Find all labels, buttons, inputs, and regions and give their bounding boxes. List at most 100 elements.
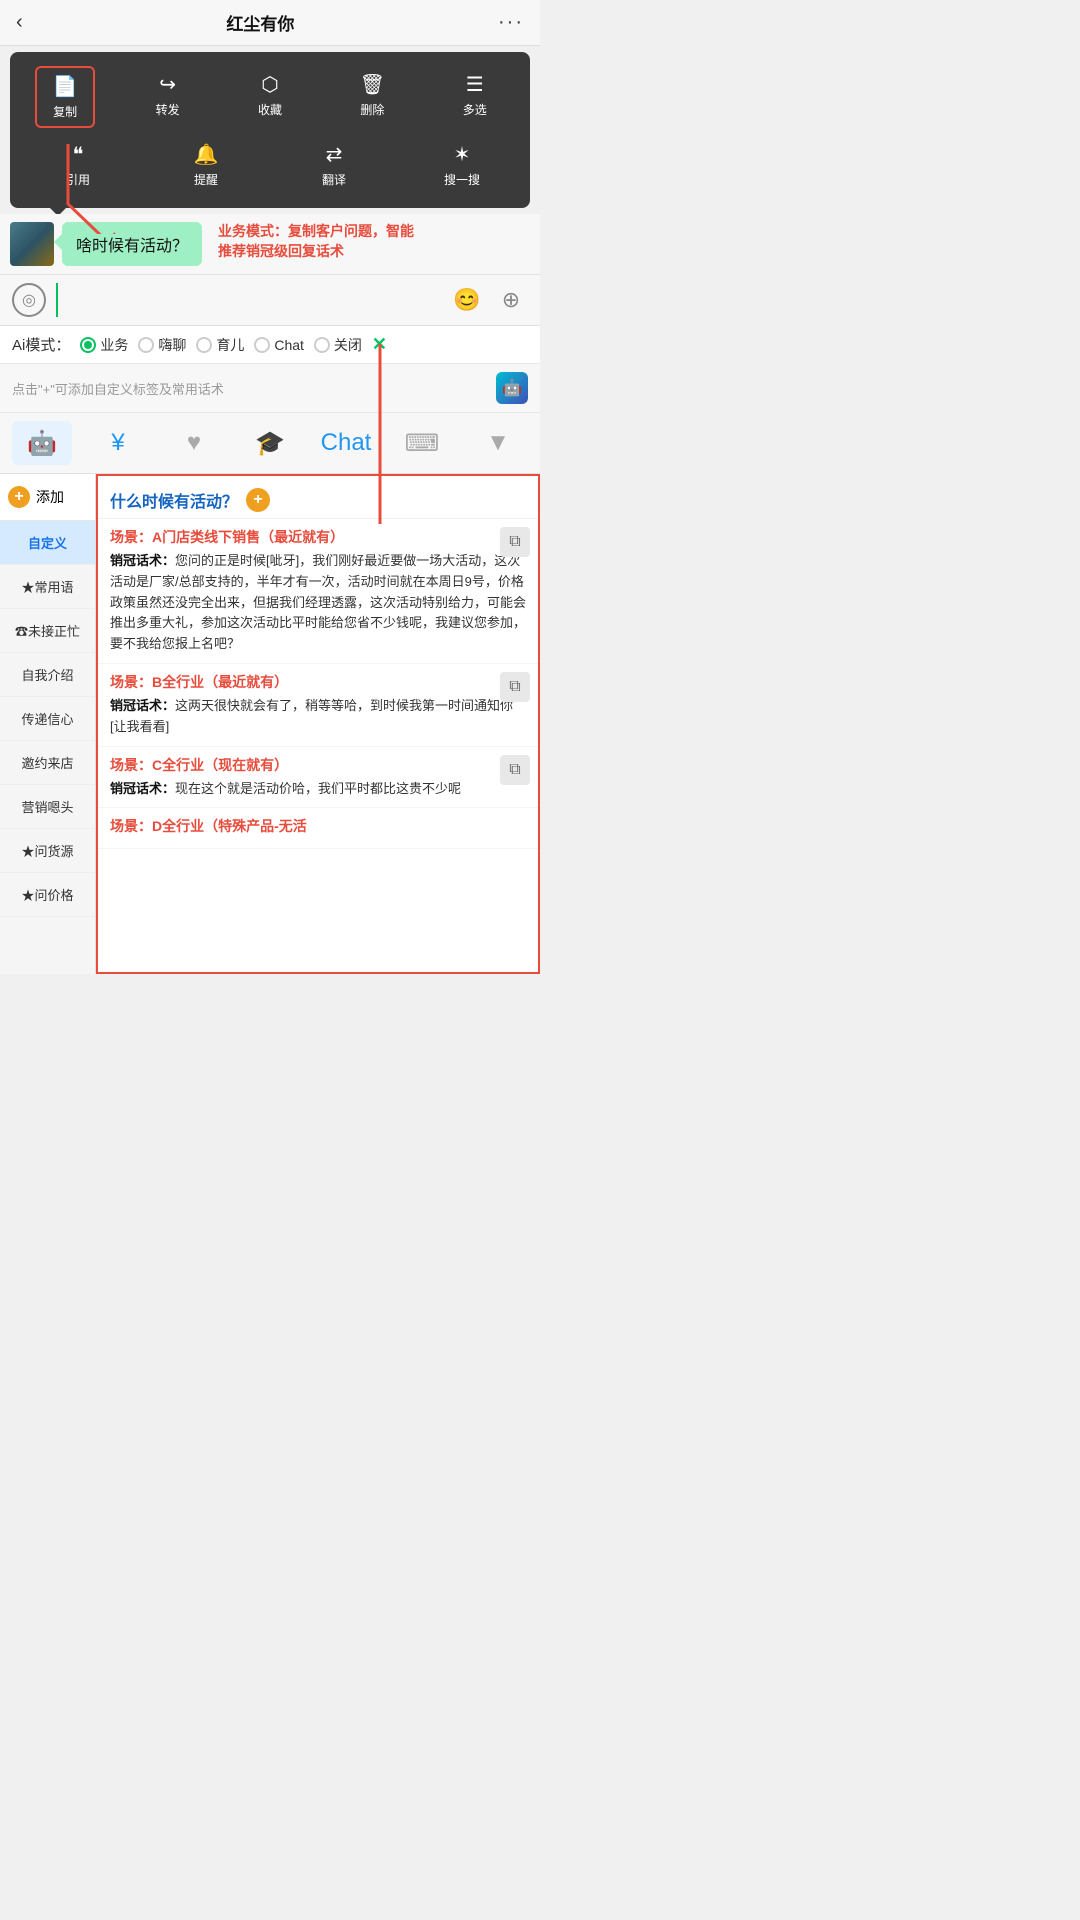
context-menu: 📄 复制 ↪ 转发 ⬡ 收藏 🗑删除 ☰多选 ❝ 引用 🔔提醒 ⇄ 翻译 ✶搜一搜 [10, 52, 530, 208]
scene-content-A: 销冠话术：您问的正是时候[呲牙]，我们刚好最近要做一场大活动，这次活动是厂家/总… [110, 551, 526, 655]
scene-content-B: 销冠话术：这两天很快就会有了，稍等等哈，到时候我第一时间通知你[让我看看] [110, 696, 526, 738]
ai-close-button[interactable]: ✕ [372, 334, 387, 355]
ai-option-chat[interactable]: Chat [254, 337, 304, 353]
menu-icon-复制: 📄 [53, 74, 78, 99]
emoji-icon: 😊 [453, 287, 480, 313]
toolbar-icon-chat2: Chat [321, 429, 372, 457]
ai-option-business[interactable]: 业务 [80, 335, 128, 355]
sidebar-item-marketing[interactable]: 营销嗯头 [0, 785, 95, 829]
toolbar-item-down[interactable]: ▼ [468, 421, 528, 465]
sidebar-item-invite[interactable]: 邀约来店 [0, 741, 95, 785]
context-menu-row1: 📄 复制 ↪ 转发 ⬡ 收藏 🗑删除 ☰多选 [14, 62, 526, 132]
more-icon[interactable]: ··· [498, 11, 524, 34]
voice-button[interactable]: ◎ [12, 283, 46, 317]
radio-circle-off [314, 337, 330, 353]
toolbar-icon-down: ▼ [486, 429, 510, 457]
radio-circle-parenting [196, 337, 212, 353]
scene-label-D: 场景：D全行业（特殊产品-无活 [110, 816, 526, 836]
menu-item-收藏[interactable]: ⬡ 收藏 [240, 66, 300, 128]
toolbar-item-hat[interactable]: 🎓 [240, 421, 300, 465]
add-scene-button[interactable]: + [246, 488, 270, 512]
menu-item-搜一搜[interactable]: ✶搜一搜 [432, 136, 492, 194]
toolbar-item-money[interactable]: ¥ [88, 421, 148, 465]
sidebar-item-missed[interactable]: ☎未接正忙 [0, 609, 95, 653]
radio-circle-chat [254, 337, 270, 353]
toolbar-item-heart[interactable]: ♥ [164, 421, 224, 465]
menu-icon-引用: ❝ [73, 142, 84, 167]
chat-annotation-area: 啥时候有活动？ 业务模式：复制客户问题，智能推荐销冠级回复话术 [0, 214, 540, 274]
emoji-button[interactable]: 😊 [450, 283, 484, 317]
scene-content-C: 销冠话术：现在这个就是活动价哈，我们平时都比这贵不少呢 [110, 779, 526, 800]
chatbot-icon[interactable]: 🤖 [496, 372, 528, 404]
menu-label: 引用 [66, 171, 90, 188]
menu-icon-转发: ↪ [159, 72, 176, 97]
menu-label: 转发 [156, 101, 180, 118]
scene-label-C: 场景：C全行业（现在就有） [110, 755, 526, 775]
avatar [10, 222, 54, 266]
menu-item-转发[interactable]: ↪ 转发 [138, 66, 198, 128]
page-title: 红尘有你 [226, 10, 294, 35]
menu-label: 收藏 [258, 101, 282, 118]
input-area: ◎ 😊 ⊕ [0, 274, 540, 326]
menu-item-引用[interactable]: ❝ 引用 [48, 136, 108, 194]
main-content: + 添加 自定义★常用语☎未接正忙自我介绍传递信心邀约来店营销嗯头★问货源★问价… [0, 474, 540, 974]
plus-icon: ⊕ [502, 287, 520, 313]
scene-block-A: 场景：A门店类线下销售（最近就有）销冠话术：您问的正是时候[呲牙]，我们刚好最近… [98, 519, 538, 664]
message-input[interactable] [56, 283, 440, 317]
menu-item-复制[interactable]: 📄 复制 [35, 66, 95, 128]
toolbar-icon-keyboard: ⌨ [405, 429, 440, 458]
sidebar-item-price[interactable]: ★问价格 [0, 873, 95, 917]
add-circle-icon: + [8, 486, 30, 508]
menu-label: 多选 [463, 101, 487, 118]
menu-item-多选[interactable]: ☰多选 [445, 66, 505, 128]
toolbar-item-chatbot[interactable]: 🤖 [12, 421, 72, 465]
sales-label-C: 销冠话术： [110, 781, 175, 796]
annotation-text: 业务模式：复制客户问题，智能推荐销冠级回复话术 [218, 222, 418, 261]
question-title: 什么时候有活动？ [110, 488, 238, 512]
radio-label-business: 业务 [100, 335, 128, 355]
menu-item-删除[interactable]: 🗑删除 [342, 66, 402, 128]
menu-icon-翻译: ⇄ [326, 142, 343, 167]
toolbar-item-keyboard[interactable]: ⌨ [392, 421, 452, 465]
question-header: 什么时候有活动？ + [98, 476, 538, 519]
copy-button-A[interactable]: ⧉ [500, 527, 530, 557]
toolbar-icon-chatbot: 🤖 [27, 429, 57, 458]
ai-option-casual[interactable]: 嗨聊 [138, 335, 186, 355]
menu-icon-提醒: 🔔 [194, 142, 219, 167]
toolbar-icon-hat: 🎓 [255, 429, 285, 458]
menu-label: 复制 [53, 103, 77, 120]
menu-icon-删除: 🗑 [360, 72, 385, 97]
sales-label-A: 销冠话术： [110, 553, 175, 568]
radio-label-chat: Chat [274, 337, 304, 353]
plus-button[interactable]: ⊕ [494, 283, 528, 317]
copy-button-C[interactable]: ⧉ [500, 755, 530, 785]
radio-circle-casual [138, 337, 154, 353]
radio-label-off: 关闭 [334, 335, 362, 355]
back-icon[interactable]: ‹ [16, 11, 23, 34]
menu-label: 翻译 [322, 171, 346, 188]
sales-label-B: 销冠话术： [110, 698, 175, 713]
radio-circle-business [80, 337, 96, 353]
ai-option-off[interactable]: 关闭 [314, 335, 362, 355]
add-button[interactable]: + 添加 [0, 474, 95, 521]
scene-label-B: 场景：B全行业（最近就有） [110, 672, 526, 692]
hint-bar: 点击"+"可添加自定义标签及常用话术 🤖 [0, 364, 540, 413]
menu-icon-收藏: ⬡ [261, 72, 278, 97]
sidebar-item-source[interactable]: ★问货源 [0, 829, 95, 873]
menu-item-翻译[interactable]: ⇄ 翻译 [304, 136, 364, 194]
right-content: 什么时候有活动？ + 场景：A门店类线下销售（最近就有）销冠话术：您问的正是时候… [96, 474, 540, 974]
sidebar-item-intro[interactable]: 自我介绍 [0, 653, 95, 697]
copy-button-B[interactable]: ⧉ [500, 672, 530, 702]
sidebar-item-common[interactable]: ★常用语 [0, 565, 95, 609]
menu-item-提醒[interactable]: 🔔提醒 [176, 136, 236, 194]
add-label: 添加 [36, 487, 64, 507]
toolbar-icon-heart: ♥ [187, 429, 201, 457]
sidebar-item-transfer[interactable]: 传递信心 [0, 697, 95, 741]
radio-label-casual: 嗨聊 [158, 335, 186, 355]
chat-bubble-text: 啥时候有活动？ [76, 238, 188, 255]
ai-option-parenting[interactable]: 育儿 [196, 335, 244, 355]
toolbar-item-chat2[interactable]: Chat [316, 421, 376, 465]
ai-mode-bar: Ai模式： 业务嗨聊育儿Chat关闭✕ [0, 326, 540, 364]
menu-label: 搜一搜 [444, 171, 480, 188]
sidebar-item-custom[interactable]: 自定义 [0, 521, 95, 565]
